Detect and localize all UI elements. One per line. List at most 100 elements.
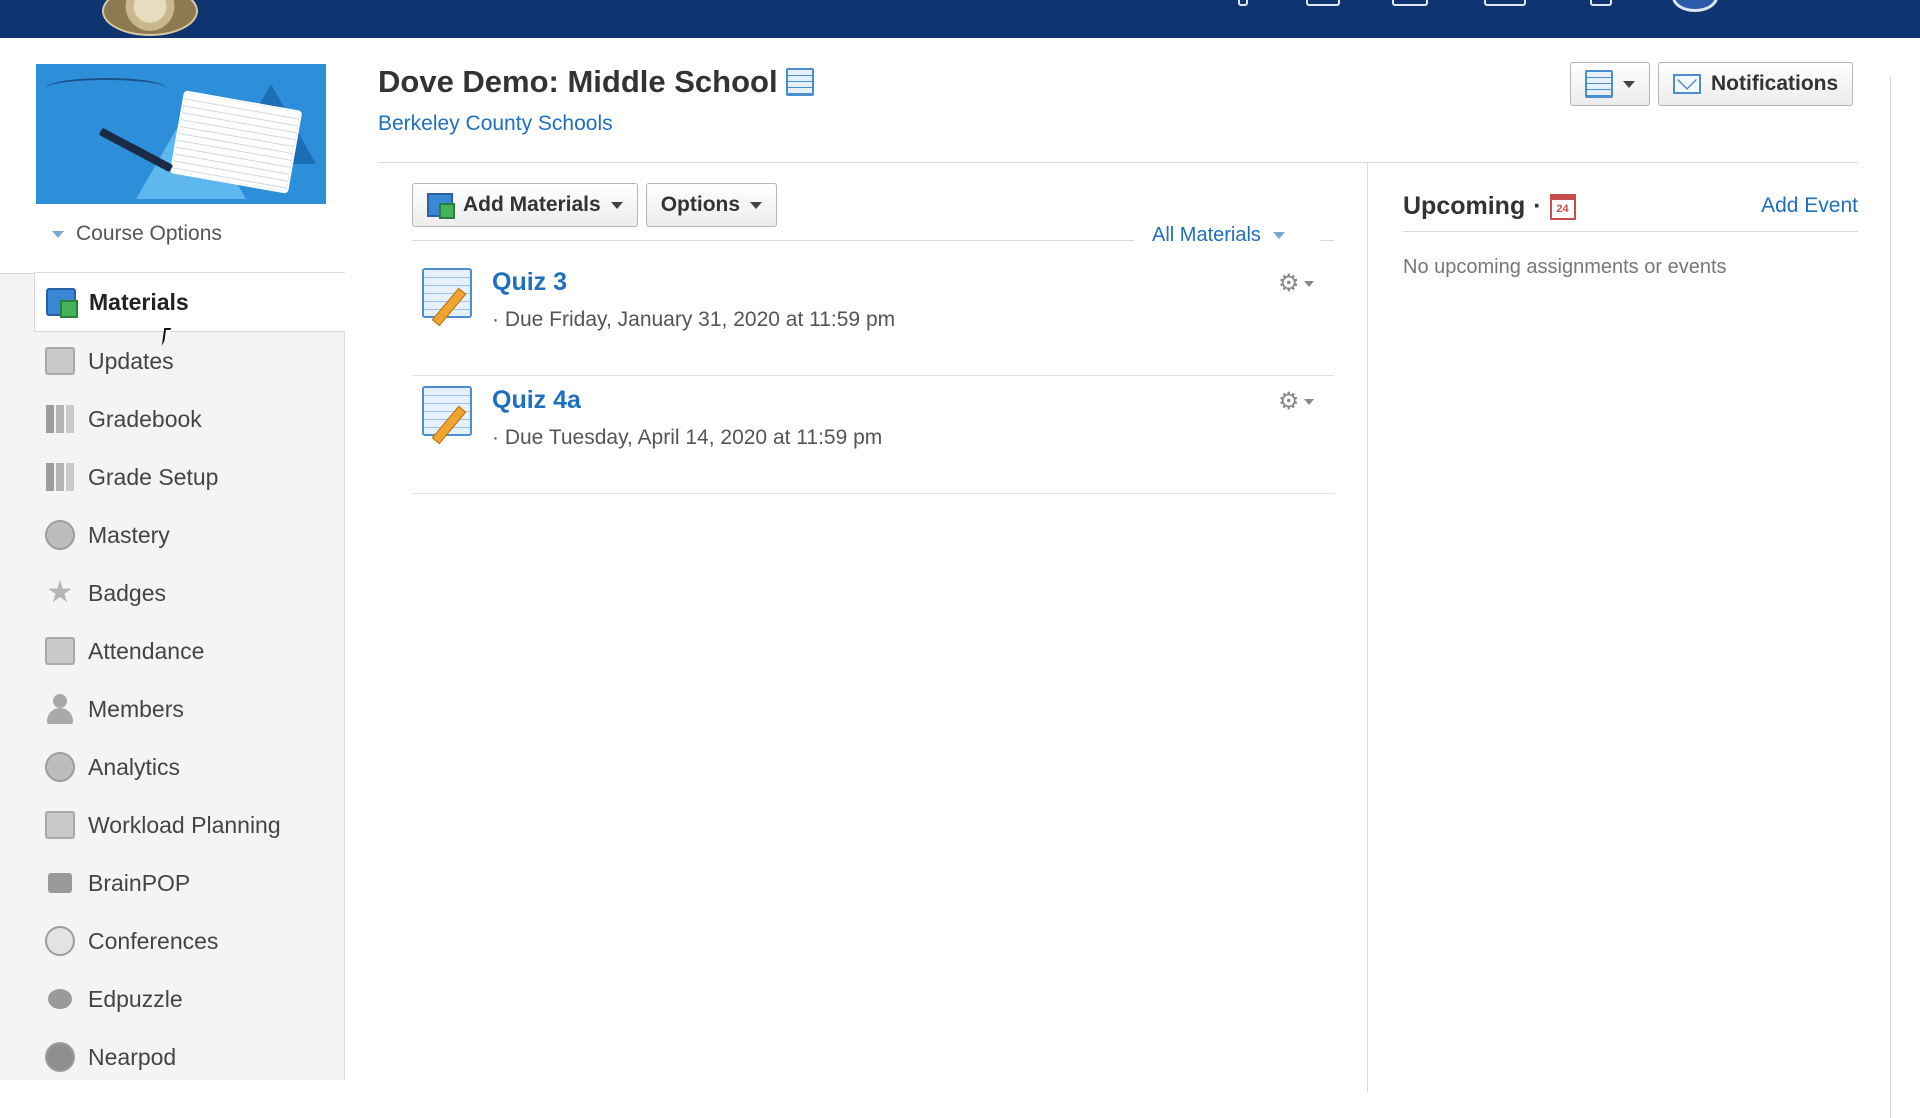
sidebar-item-label: Materials [89, 288, 189, 315]
sidebar-item-label: Badges [88, 579, 167, 606]
chevron-down-icon [1272, 232, 1285, 239]
brainpop-icon [44, 867, 76, 899]
sidebar-item-label: Edpuzzle [88, 985, 183, 1012]
workload-icon [44, 809, 76, 841]
options-label: Options [660, 193, 741, 216]
page: Course Options Materials Updates Gradebo… [0, 38, 1920, 1118]
sidebar-item-gradebook[interactable]: Gradebook [34, 390, 345, 448]
upcoming-header: Upcoming · 24 Add Event [1403, 192, 1858, 232]
sidebar-item-mastery[interactable]: Mastery [34, 506, 345, 564]
sidebar-item-attendance[interactable]: Attendance [34, 622, 345, 680]
sidebar-item-label: Nearpod [88, 1043, 177, 1070]
upcoming-empty-message: No upcoming assignments or events [1403, 256, 1727, 278]
upcoming-title-text: Upcoming [1403, 192, 1526, 220]
sidebar-item-grade-setup[interactable]: Grade Setup [34, 448, 345, 506]
gear-icon: ⚙ [1278, 388, 1300, 415]
grid-icon[interactable] [1306, 0, 1340, 6]
materials-filter: All Materials [412, 224, 1334, 246]
sidebar-item-updates[interactable]: Updates [34, 332, 345, 390]
chevron-down-icon [610, 201, 623, 209]
filter-divider [1320, 240, 1334, 241]
filter-divider [412, 240, 1134, 241]
list-icon [1585, 70, 1613, 98]
notifications-button[interactable]: Notifications [1658, 62, 1854, 106]
course-info-icon[interactable] [785, 68, 814, 96]
course-options-toggle[interactable]: Course Options [52, 222, 222, 246]
calendar-icon[interactable] [1392, 0, 1428, 6]
sidebar-item-label: Workload Planning [88, 811, 281, 838]
sidebar-item-analytics[interactable]: Analytics [34, 738, 345, 796]
filter-label: All Materials [1152, 224, 1261, 246]
material-actions-menu[interactable]: ⚙ [1278, 272, 1314, 296]
sidebar-item-label: Mastery [88, 521, 170, 548]
course-menu-button[interactable] [1570, 62, 1650, 106]
quiz-icon [422, 386, 472, 436]
mastery-icon [44, 519, 76, 551]
sidebar-item-label: Updates [88, 347, 174, 374]
chevron-down-icon [1303, 281, 1314, 287]
decorative-wave [46, 78, 166, 98]
sidebar-item-edpuzzle[interactable]: Edpuzzle [34, 970, 345, 1028]
header-actions: Notifications [1570, 62, 1854, 106]
sidebar-item-materials[interactable]: Materials [34, 272, 345, 332]
gradebook-icon [44, 403, 76, 435]
add-materials-icon [427, 193, 455, 219]
sidebar-item-conferences[interactable]: Conferences [34, 912, 345, 970]
page-title: Dove Demo: Middle School [378, 64, 814, 100]
star-icon: ★ [46, 576, 74, 609]
sidebar-item-brainpop[interactable]: BrainPOP [34, 854, 345, 912]
search-icon[interactable] [1238, 0, 1248, 6]
window-edge [1890, 76, 1891, 1118]
material-title-link[interactable]: Quiz 3 [492, 268, 567, 297]
sidebar-item-label: Members [88, 695, 184, 722]
course-profile-image[interactable] [36, 64, 326, 204]
school-logo[interactable] [102, 0, 198, 36]
course-options-label: Course Options [76, 222, 222, 245]
notifications-icon[interactable] [1590, 0, 1612, 6]
materials-toolbar: Add Materials Options [412, 183, 778, 227]
sidebar-item-workload-planning[interactable]: Workload Planning [34, 796, 345, 854]
sidebar-item-label: Conferences [88, 927, 219, 954]
upcoming-title: Upcoming · 24 [1403, 192, 1576, 221]
options-button[interactable]: Options [645, 183, 778, 227]
add-materials-button[interactable]: Add Materials [412, 183, 638, 227]
material-actions-menu[interactable]: ⚙ [1278, 390, 1314, 414]
sidebar-item-members[interactable]: Members [34, 680, 345, 738]
chevron-down-icon [1303, 399, 1314, 405]
notifications-label: Notifications [1711, 72, 1839, 95]
chevron-down-icon [1623, 80, 1635, 88]
sidebar-item-nearpod[interactable]: Nearpod [34, 1028, 345, 1086]
envelope-icon [1673, 74, 1701, 94]
chevron-down-icon [52, 230, 64, 238]
add-event-link[interactable]: Add Event [1761, 194, 1858, 218]
grade-setup-icon [44, 461, 76, 493]
material-title-link[interactable]: Quiz 4a [492, 386, 581, 415]
list-item: Quiz 3 · Due Friday, January 31, 2020 at… [412, 258, 1334, 376]
list-item: Quiz 4a · Due Tuesday, April 14, 2020 at… [412, 376, 1334, 494]
edpuzzle-icon [44, 983, 76, 1015]
upcoming-separator: · [1533, 192, 1542, 220]
gear-icon: ⚙ [1278, 270, 1300, 297]
all-materials-dropdown[interactable]: All Materials [1152, 224, 1285, 247]
material-due-date: · Due Tuesday, April 14, 2020 at 11:59 p… [492, 426, 883, 449]
materials-panel: Add Materials Options All Materials Quiz… [378, 162, 1368, 1092]
calendar-icon[interactable]: 24 [1549, 193, 1576, 220]
analytics-icon [44, 751, 76, 783]
top-navigation-bar [0, 0, 1920, 38]
materials-icon [45, 286, 78, 318]
chevron-down-icon [750, 201, 763, 209]
sidebar-header: Course Options [0, 38, 345, 274]
school-link[interactable]: Berkeley County Schools [378, 112, 613, 136]
sidebar-item-label: BrainPOP [88, 869, 191, 896]
messages-icon[interactable] [1484, 0, 1526, 6]
user-avatar[interactable] [1672, 0, 1718, 12]
calendar-day: 24 [1556, 202, 1569, 215]
material-due-date: · Due Friday, January 31, 2020 at 11:59 … [492, 308, 896, 331]
conferences-icon [44, 925, 76, 957]
nearpod-icon [44, 1041, 76, 1073]
sidebar-item-badges[interactable]: ★ Badges [34, 564, 345, 622]
materials-list: Quiz 3 · Due Friday, January 31, 2020 at… [412, 258, 1334, 494]
sidebar-item-label: Attendance [88, 637, 205, 664]
person-icon [44, 693, 76, 725]
course-title-text: Dove Demo: Middle School [378, 64, 778, 99]
